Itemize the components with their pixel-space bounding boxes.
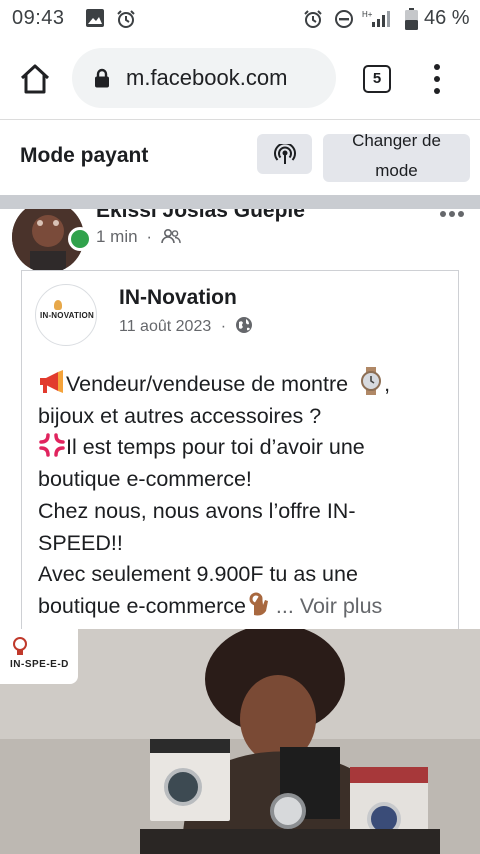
media-logo-text: IN-SPE-E-D [10,659,69,670]
change-mode-button[interactable]: Changer de mode [323,131,470,182]
post-body-text: Vendeur/vendeuse de montre , bijoux et a… [38,367,448,623]
status-bar: 09:43 H+ 46 % [0,0,480,38]
browser-toolbar: m.facebook.com 5 [0,38,480,120]
alarm-icon [117,10,135,28]
lightbulb-icon [54,300,62,310]
post-line-6: SPEED!! [38,530,123,555]
signal-icon: H+ [362,10,390,27]
post-line-3: Il est temps pour toi d’avoir une [66,435,365,460]
feed-separator [0,195,480,209]
post-line-7: Avec seulement 9.900F tu as une [38,562,358,587]
post-meta: 1 min · [96,227,181,247]
status-time: 09:43 [12,7,65,29]
tab-switcher-button[interactable]: 5 [363,65,391,93]
meta-separator: · [220,318,227,335]
post-line-5: Chez nous, nous avons l’offre IN- [38,498,356,523]
battery-percent: 46 % [424,7,470,29]
post-time[interactable]: 1 min [96,227,138,246]
address-bar[interactable]: m.facebook.com [72,48,336,108]
alarm-icon [304,10,322,28]
megaphone-icon [40,370,63,393]
shared-post-meta: 11 août 2023 · [119,316,253,336]
ok-hand-icon [249,592,268,616]
page-logo-text: IN-NOVATION [40,311,94,320]
post-line-4: boutique e-commerce! [38,467,252,492]
data-mode-bar: Mode payant Changer de mode [0,120,480,195]
image-icon [86,9,104,27]
post-image[interactable]: IN-SPE-E-D [0,629,480,854]
post-line-1: Vendeur/vendeuse de montre [66,372,349,396]
friends-audience-icon[interactable] [160,228,181,244]
post-line-2: bijoux et autres accessoires ? [38,403,322,428]
lock-icon [95,68,109,88]
globe-icon[interactable] [235,316,253,334]
change-mode-label-line1: Changer de [352,131,441,150]
anger-symbol-icon [39,433,65,458]
lightbulb-icon [13,637,27,655]
online-status-dot [68,227,92,251]
post-punct-comma: , [384,372,391,396]
mode-title: Mode payant [20,144,149,167]
browser-menu-icon[interactable] [427,64,447,94]
home-icon[interactable] [18,62,52,96]
page-name[interactable]: IN-Novation [119,286,237,310]
battery-icon [405,8,418,30]
page-avatar[interactable]: IN-NOVATION [35,284,97,346]
feed-post: Ekissi Josias Guépié 1 min · IN-NOVATION… [0,209,480,854]
media-brand-logo: IN-SPE-E-D [0,629,78,684]
poster-name[interactable]: Ekissi Josias Guépié [96,209,305,223]
post-options-icon[interactable] [440,209,467,222]
svg-text:H+: H+ [362,10,373,19]
watch-icon [361,367,382,395]
do-not-disturb-icon [335,10,353,28]
url-text: m.facebook.com [126,65,288,90]
change-mode-label-line2: mode [375,161,418,180]
shared-post-date[interactable]: 11 août 2023 [119,318,211,335]
data-mode-icon-button[interactable] [257,134,312,174]
see-more-link[interactable]: ... Voir plus [276,594,382,618]
post-line-8: boutique e-commerce [38,593,246,618]
meta-separator: · [146,227,152,246]
broadcast-icon [274,144,296,164]
